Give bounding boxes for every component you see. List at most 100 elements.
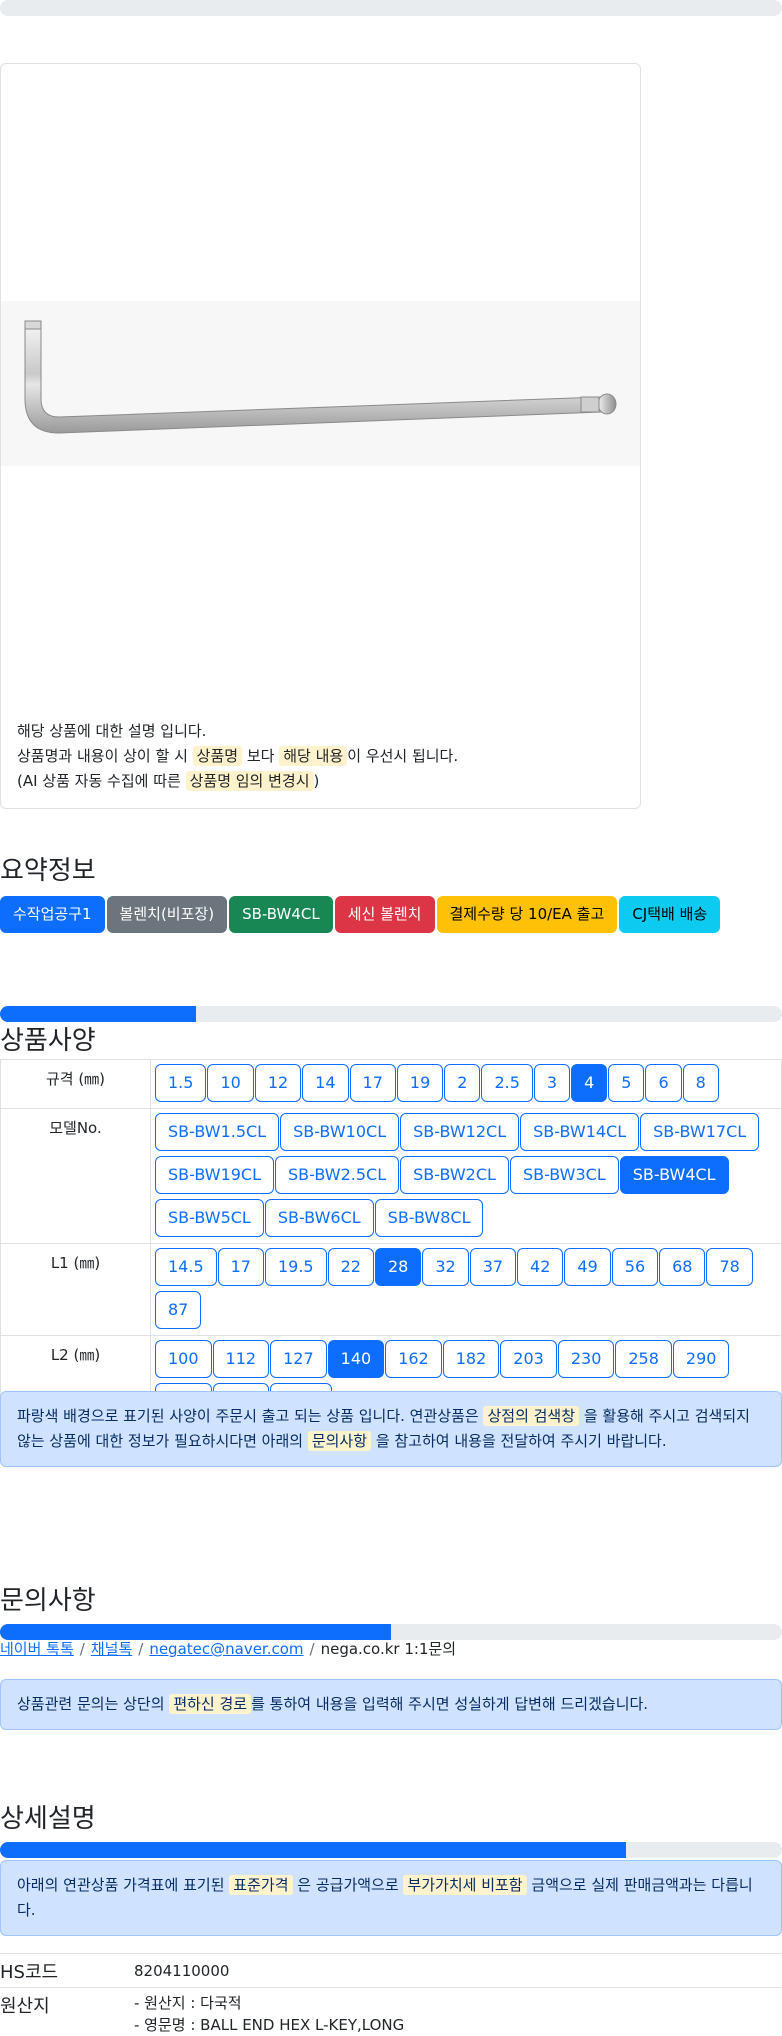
highlight: 상품명 [192, 746, 243, 766]
text: (AI 상품 자동 수집에 따른 [17, 772, 181, 790]
spec-option-button[interactable]: 17 [349, 1064, 396, 1102]
product-image [1, 301, 640, 466]
spec-option-button[interactable]: 8 [682, 1064, 719, 1102]
spec-option-button[interactable]: 3 [533, 1064, 571, 1102]
text: 파랑색 배경으로 표기된 사양이 주문시 출고 되는 상품 입니다. 연관상품은 [17, 1407, 479, 1425]
spec-option-button[interactable]: 5 [608, 1064, 645, 1102]
summary-badge: 세신 볼렌치 [334, 896, 435, 933]
spec-option-button[interactable]: 258 [615, 1340, 672, 1378]
spec-option-button[interactable]: 290 [672, 1340, 730, 1378]
spec-option-button[interactable]: 32 [422, 1248, 469, 1286]
spec-option-button[interactable]: SB-BW8CL [374, 1199, 484, 1237]
spec-option-button[interactable]: SB-BW1.5CL [155, 1113, 280, 1151]
hex-key-icon [24, 320, 617, 434]
spec-option-button[interactable]: SB-BW2.5CL [275, 1156, 400, 1194]
channel-talk-link[interactable]: 채널톡 [91, 1640, 132, 1658]
spec-option-button[interactable]: 1.5 [155, 1064, 207, 1102]
detail-alert: 아래의 연관상품 가격표에 표기된 표준가격 은 공급가액으로 부가가치세 비포… [0, 1860, 782, 1936]
email-link[interactable]: negatec@naver.com [149, 1640, 303, 1658]
spec-option-button[interactable]: SB-BW17CL [640, 1113, 760, 1151]
spec-option-button[interactable]: 6 [645, 1064, 682, 1102]
spec-option-button[interactable]: 19.5 [264, 1248, 327, 1286]
origin-line: - 원산지 : 다국적 [134, 1994, 242, 2012]
spec-option-button[interactable]: SB-BW5CL [155, 1199, 264, 1237]
text: 이 우선시 됩니다. [347, 747, 459, 765]
spec-option-button[interactable]: SB-BW2CL [400, 1156, 509, 1194]
highlight: 표준가격 [229, 1875, 293, 1895]
summary-badge: CJ택배 배송 [619, 896, 721, 933]
spec-option-button[interactable]: 203 [500, 1340, 557, 1378]
naver-talk-link[interactable]: 네이버 톡톡 [0, 1640, 74, 1658]
highlight: 상점의 검색창 [483, 1406, 580, 1426]
spec-option-button[interactable]: 49 [564, 1248, 611, 1286]
text: 은 공급가액으로 [297, 1876, 399, 1894]
detail-progress [0, 1842, 782, 1858]
spec-option-button[interactable]: 14.5 [155, 1248, 217, 1286]
spec-option-button[interactable]: SB-BW10CL [280, 1113, 400, 1151]
spec-table: 규격 (㎜) 1.5 10 12 14 17 19 2 2.5 3 4 5 6 8 모델No. SB-BW1.… [0, 1059, 782, 1428]
spec-option-button[interactable]: 42 [517, 1248, 564, 1286]
summary-badge: SB-BW4CL [229, 896, 333, 933]
spec-option-button[interactable]: 182 [442, 1340, 500, 1378]
text: 을 참고하여 내용을 전달하여 주시기 바랍니다. [375, 1432, 667, 1450]
separator: / [309, 1640, 315, 1658]
spec-option-button[interactable]: 230 [557, 1340, 615, 1378]
contact-links: 네이버 톡톡 / 채널톡 / negatec@naver.com / nega.co.kr … [0, 1638, 456, 1659]
text: 를 통하여 내용을 입력해 주시면 성실하게 답변해 드리겠습니다. [251, 1695, 649, 1713]
spec-option-button[interactable]: SB-BW6CL [264, 1199, 374, 1237]
product-note-line: (AI 상품 자동 수집에 따른 상품명 임의 변경시) [17, 769, 458, 794]
spec-option-button[interactable]: SB-BW4CL [619, 1156, 729, 1194]
spec-option-button[interactable]: 112 [212, 1340, 270, 1378]
product-note-line: 해당 상품에 대한 설명 입니다. [17, 722, 207, 740]
separator: / [79, 1640, 85, 1658]
highlight: 부가가치세 비포함 [403, 1875, 527, 1895]
spec-option-button[interactable]: 19 [396, 1064, 444, 1102]
spec-option-button[interactable]: SB-BW14CL [520, 1113, 640, 1151]
site-inquiry-text: nega.co.kr 1:1문의 [320, 1640, 457, 1658]
spec-option-button[interactable]: 17 [217, 1248, 264, 1286]
separator: / [138, 1640, 144, 1658]
origin-label: 원산지 [0, 1996, 50, 2017]
spec-option-button[interactable]: SB-BW3CL [509, 1156, 619, 1194]
highlight: 편하신 경로 [169, 1694, 252, 1714]
spec-option-button[interactable]: 2 [444, 1064, 481, 1102]
spec-option-button[interactable]: 12 [254, 1064, 302, 1102]
origin-line: - 영문명 : BALL END HEX L-KEY,LONG [134, 2016, 405, 2034]
summary-title: 요약정보 [0, 856, 96, 886]
spec-option-button[interactable]: 10 [207, 1064, 254, 1102]
spec-row: L1 (㎜) 14.5 17 19.5 22 28 32 37 42 49 56 68 78 87 [0, 1243, 782, 1336]
highlight: 상품명 임의 변경시 [185, 771, 314, 791]
spec-progress [0, 1006, 782, 1022]
spec-option-button[interactable]: SB-BW19CL [155, 1156, 275, 1194]
origin-row: 원산지 - 원산지 : 다국적 - 영문명 : BALL END HEX L-K… [0, 1987, 782, 2036]
spec-option-button[interactable]: 127 [270, 1340, 327, 1378]
spec-option-button[interactable]: 14 [302, 1064, 349, 1102]
spec-row-label: L1 (㎜) [0, 1243, 151, 1336]
spec-option-button[interactable]: 4 [571, 1064, 608, 1102]
spec-row-options: 14.5 17 19.5 22 28 32 37 42 49 56 68 78 87 [150, 1243, 782, 1336]
spec-row-options: SB-BW1.5CL SB-BW10CL SB-BW12CL SB-BW14CL SB-… [150, 1108, 782, 1244]
spec-option-button[interactable]: 140 [327, 1340, 385, 1378]
spec-option-button[interactable]: 28 [374, 1248, 422, 1286]
spec-option-button[interactable]: 68 [659, 1248, 706, 1286]
hs-code-label: HS코드 [0, 1962, 59, 1983]
spec-option-button[interactable]: 2.5 [481, 1064, 533, 1102]
product-note: 해당 상품에 대한 설명 입니다. 상품명과 내용이 상이 할 시 상품명 보다… [17, 719, 458, 794]
product-card: 해당 상품에 대한 설명 입니다. 상품명과 내용이 상이 할 시 상품명 보다… [0, 63, 641, 809]
progress-fill [0, 1842, 626, 1858]
spec-option-button[interactable]: SB-BW12CL [400, 1113, 520, 1151]
summary-badge: 볼렌치(비포장) [106, 896, 228, 933]
spec-option-button[interactable]: 100 [155, 1340, 212, 1378]
spec-option-button[interactable]: 162 [385, 1340, 442, 1378]
summary-badges: 수작업공구1 볼렌치(비포장) SB-BW4CL 세신 볼렌치 결제수량 당 10/EA… [0, 896, 722, 933]
spec-option-button[interactable]: 87 [155, 1291, 202, 1329]
spec-title: 상품사양 [0, 1026, 96, 1056]
inquiry-alert: 상품관련 문의는 상단의 편하신 경로 를 통하여 내용을 입력해 주시면 성실하… [0, 1679, 782, 1730]
spec-option-button[interactable]: 56 [611, 1248, 659, 1286]
hs-code-row: HS코드 8204110000 [0, 1953, 782, 1987]
inquiry-title: 문의사항 [0, 1586, 96, 1616]
spec-option-button[interactable]: 78 [706, 1248, 753, 1286]
summary-badge: 결제수량 당 10/EA 출고 [436, 896, 618, 933]
spec-option-button[interactable]: 22 [327, 1248, 374, 1286]
spec-option-button[interactable]: 37 [469, 1248, 517, 1286]
